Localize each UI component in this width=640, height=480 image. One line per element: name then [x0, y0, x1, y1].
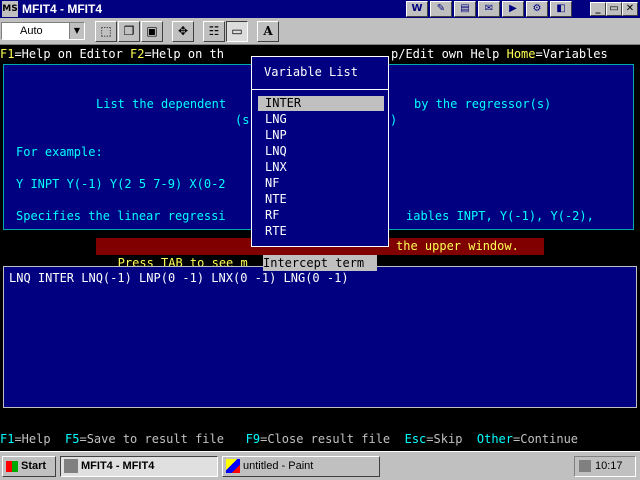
taskbar: Start MFIT4 - MFIT4 untitled - Paint 10:…	[0, 451, 640, 480]
variable-description: Intercept term	[263, 255, 377, 271]
copy-icon[interactable]: ❐	[118, 21, 140, 42]
paint-icon	[226, 459, 240, 474]
example-command: Y INPT Y(-1) Y(2 5 7-9) X(0-2	[16, 177, 226, 191]
f9-key: F9	[245, 432, 261, 446]
chevron-down-icon[interactable]: ▼	[69, 23, 84, 39]
variable-item-nte[interactable]: NTE	[258, 192, 384, 207]
font-size-value: Auto	[20, 25, 43, 37]
window-title: MFIT4 - MFIT4	[22, 2, 102, 16]
task-paint[interactable]: untitled - Paint	[222, 456, 380, 477]
instruction-line-1-right: by the regressor(s)	[414, 97, 552, 111]
variable-item-inter[interactable]: INTER	[258, 96, 384, 111]
example-label: For example:	[16, 145, 103, 159]
instruction-line-2-right: )	[390, 113, 398, 127]
other-key: Other	[476, 432, 513, 446]
key-bar: F1=Help F5=Save to result file F9=Close …	[0, 431, 640, 447]
f1-key-text: =Help	[14, 432, 66, 446]
f1-key: F1	[0, 432, 15, 446]
spreadsheet-icon[interactable]: ▤	[454, 1, 476, 17]
regression-command[interactable]: LNQ INTER LNQ(-1) LNP(0 -1) LNX(0 -1) LN…	[9, 271, 349, 285]
f2-key: F2	[130, 47, 145, 61]
window-tool-icon[interactable]: ◧	[550, 1, 572, 17]
f9-key-text: =Close result file	[260, 432, 405, 446]
run-icon[interactable]: ▶	[502, 1, 524, 17]
fullscreen-icon[interactable]: ✥	[172, 21, 194, 42]
clock[interactable]: 10:17	[595, 460, 623, 472]
mail-icon[interactable]: ✉	[478, 1, 500, 17]
popup-divider	[252, 89, 388, 90]
edit-icon[interactable]: ✎	[430, 1, 452, 17]
minimize-button[interactable]: _	[590, 2, 606, 16]
ms-dos-icon	[64, 459, 78, 474]
other-key-text: =Continue	[513, 432, 579, 446]
variable-item-lnq[interactable]: LNQ	[258, 144, 384, 159]
network-icon[interactable]	[579, 460, 591, 473]
task-mfit4-label: MFIT4 - MFIT4	[81, 460, 155, 472]
f1-help-text: =Help on Editor	[14, 47, 131, 61]
esc-key-text: =Skip	[426, 432, 477, 446]
edit-help-text: p/Edit own Help	[391, 47, 507, 61]
instruction-line-2-left: (s	[235, 113, 250, 127]
instruction-line-1-left: List the dependent	[96, 97, 227, 111]
title-bar: MS MFIT4 - MFIT4 W ✎ ▤ ✉ ▶ ⚙ ◧ _ ▭ ✕	[0, 0, 640, 18]
start-button[interactable]: Start	[2, 456, 56, 477]
settings-icon[interactable]: ⚙	[526, 1, 548, 17]
windows-logo-icon	[6, 460, 18, 472]
start-label: Start	[21, 460, 47, 472]
variable-item-rf[interactable]: RF	[258, 208, 384, 223]
f2-help-text: =Help on th	[144, 47, 224, 61]
spec-line-left: Specifies the linear regressi	[16, 209, 226, 223]
home-key: Home	[506, 47, 536, 61]
status-text-right: the upper window.	[396, 239, 527, 253]
help-bar-continued: p/Edit own Help Home=Variables	[391, 46, 608, 62]
f5-key-text: =Save to result file	[79, 432, 246, 446]
variable-item-rte[interactable]: RTE	[258, 224, 384, 239]
close-button[interactable]: ✕	[622, 2, 638, 16]
properties-icon[interactable]: ☷	[203, 21, 225, 42]
background-icon[interactable]: ▭	[226, 21, 248, 42]
f1-key: F1	[0, 47, 15, 61]
task-paint-label: untitled - Paint	[243, 460, 314, 472]
dos-toolbar: Auto ▼ ⬚ ❐ ▣ ✥ ☷ ▭ A	[0, 18, 640, 45]
font-icon[interactable]: A	[257, 21, 279, 42]
variable-list-title: Variable List	[264, 65, 358, 79]
variable-item-lnx[interactable]: LNX	[258, 160, 384, 175]
result-window[interactable]: LNQ INTER LNQ(-1) LNP(0 -1) LNX(0 -1) LN…	[3, 266, 637, 408]
font-size-select[interactable]: Auto ▼	[1, 22, 85, 40]
system-tray: 10:17	[574, 456, 636, 477]
word-icon[interactable]: W	[406, 1, 428, 17]
f5-key: F5	[65, 432, 80, 446]
variable-list-popup: Variable List INTER LNG LNP LNQ LNX NF N…	[251, 56, 389, 247]
spec-line-right: iables INPT, Y(-1), Y(-2),	[406, 209, 594, 223]
esc-key: Esc	[404, 432, 427, 446]
task-mfit4[interactable]: MFIT4 - MFIT4	[60, 456, 218, 477]
variable-item-lnp[interactable]: LNP	[258, 128, 384, 143]
mark-icon[interactable]: ⬚	[95, 21, 117, 42]
ms-dos-app-icon[interactable]: MS	[2, 1, 18, 17]
paste-icon[interactable]: ▣	[141, 21, 163, 42]
home-help-text: =Variables	[535, 47, 608, 61]
maximize-button[interactable]: ▭	[606, 2, 622, 16]
variable-item-lng[interactable]: LNG	[258, 112, 384, 127]
variable-item-nf[interactable]: NF	[258, 176, 384, 191]
